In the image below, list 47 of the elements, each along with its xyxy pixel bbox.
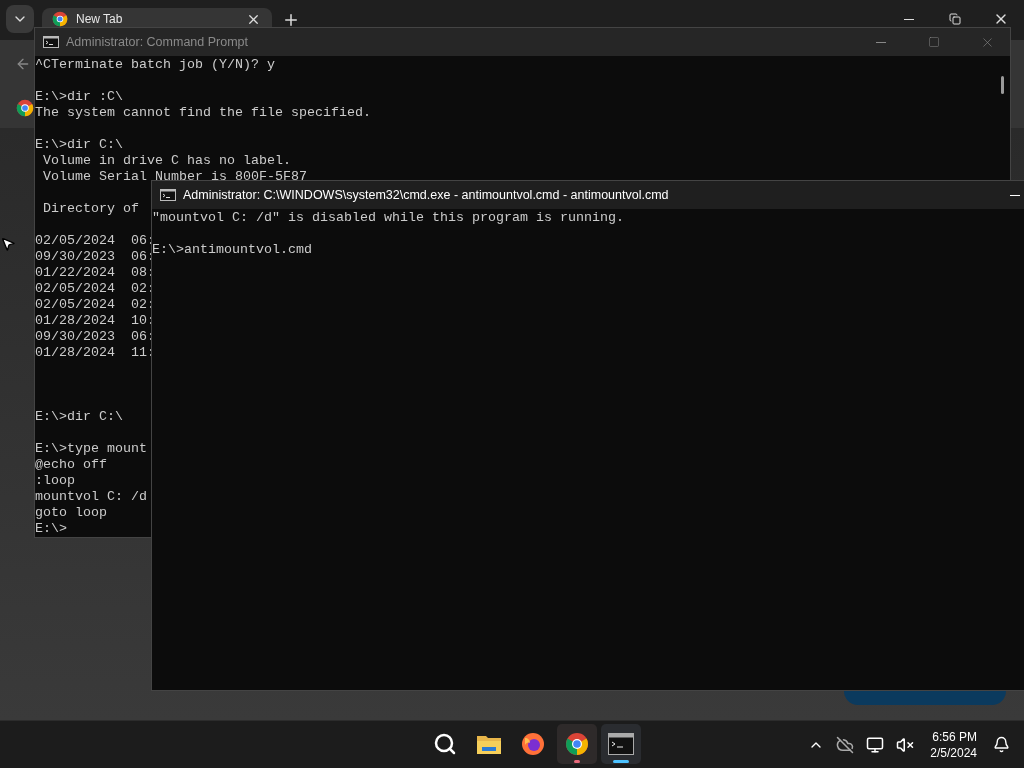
console-line: E:\>antimountvol.cmd bbox=[152, 242, 312, 258]
running-indicator bbox=[613, 760, 629, 763]
console-line: goto loop bbox=[35, 505, 107, 521]
chrome-icon bbox=[565, 732, 589, 756]
console-line: E:\> bbox=[35, 521, 67, 537]
running-indicator bbox=[574, 760, 580, 763]
folder-icon bbox=[476, 733, 502, 755]
taskbar-app-button[interactable] bbox=[601, 724, 641, 764]
minimize-icon bbox=[904, 18, 914, 20]
volume-muted-icon[interactable] bbox=[896, 735, 915, 754]
minimize-icon bbox=[1010, 194, 1020, 196]
console-icon bbox=[43, 36, 59, 48]
console-line: E:\>type mount bbox=[35, 441, 147, 457]
console-line: E:\>dir C:\ bbox=[35, 409, 123, 425]
console-icon bbox=[160, 189, 176, 201]
console-line: Volume in drive C has no label. bbox=[42, 153, 291, 169]
notification-icon[interactable] bbox=[993, 736, 1010, 753]
console-line: Volume Serial Number is 800F-5F87 bbox=[42, 169, 307, 185]
console-line: "mountvol C: /d" is disabled while this program is running. bbox=[152, 210, 624, 226]
tab-list-button[interactable] bbox=[6, 5, 34, 33]
console-line: ^CTerminate batch job (Y/N)? y bbox=[35, 57, 275, 73]
window-title: Administrator: C:\WINDOWS\system32\cmd.exe - antimountvol.cmd - antimountvol.cmd bbox=[183, 188, 670, 202]
cloud-off-icon[interactable] bbox=[836, 735, 855, 754]
plus-icon bbox=[282, 11, 300, 29]
network-icon[interactable] bbox=[866, 735, 885, 754]
window-title: Administrator: Command Prompt bbox=[66, 35, 249, 49]
mouse-pointer-icon bbox=[0, 236, 16, 252]
console-line: @echo off bbox=[35, 457, 107, 473]
search-icon bbox=[433, 732, 457, 756]
console-line: :loop bbox=[35, 473, 75, 489]
scrollbar-thumb[interactable] bbox=[1001, 76, 1004, 94]
tab-title: New Tab bbox=[76, 12, 124, 26]
console-line: E:\>dir :C\ bbox=[35, 89, 123, 105]
minimize-icon bbox=[876, 41, 886, 43]
console-line: E:\>dir C:\ bbox=[35, 137, 123, 153]
chrome-icon bbox=[52, 11, 68, 27]
console-line: Directory of bbox=[42, 201, 140, 217]
console-line: mountvol C: /d bbox=[35, 489, 147, 505]
taskbar-app-button[interactable] bbox=[557, 724, 597, 764]
firefox-icon bbox=[521, 732, 545, 756]
browser-tab[interactable]: New Tab bbox=[42, 8, 272, 27]
chrome-icon bbox=[16, 99, 34, 117]
maximize-icon bbox=[928, 36, 940, 48]
terminal-icon bbox=[608, 733, 634, 755]
clock[interactable]: 6:56 PM 2/5/2024 bbox=[926, 728, 981, 761]
restore-icon bbox=[949, 13, 961, 25]
console-line: The system cannot find the file specified. bbox=[35, 105, 371, 121]
